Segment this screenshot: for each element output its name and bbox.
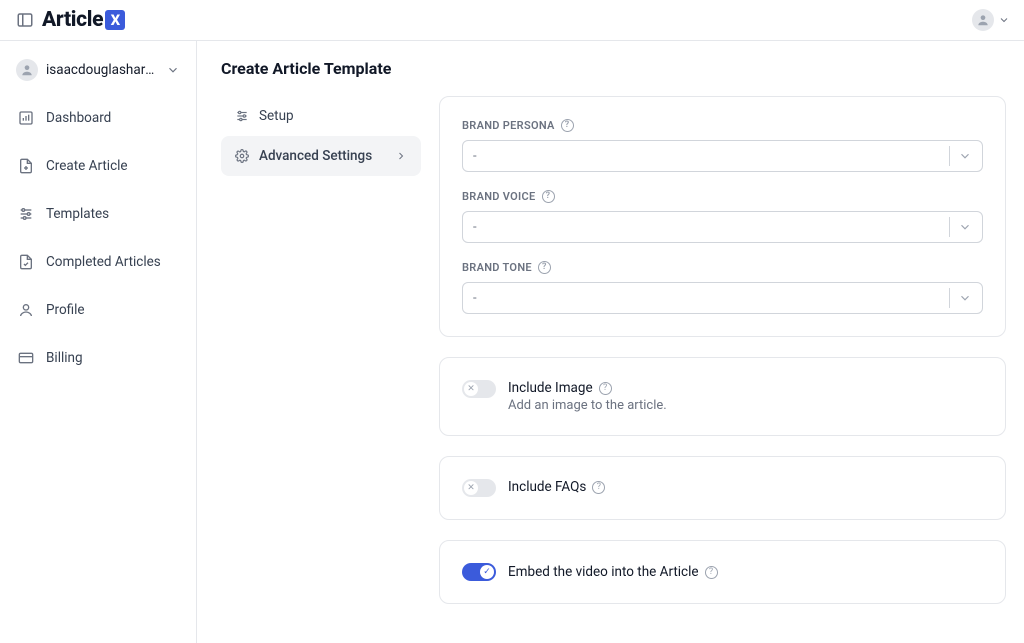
embed-video-card: ✓ Embed the video into the Article ?	[439, 540, 1006, 604]
chevron-down-icon	[958, 220, 972, 234]
sidebar-user-name: isaacdouglasharmon...	[46, 62, 158, 78]
panel-icon	[16, 11, 34, 29]
field-label: Brand Voice ?	[462, 190, 983, 203]
help-icon[interactable]: ?	[538, 261, 551, 274]
sidebar-item-templates[interactable]: Templates	[8, 197, 188, 231]
sidebar-nav: Dashboard Create Article Templates Compl…	[8, 101, 188, 375]
select-value: -	[473, 149, 941, 164]
sidebar-item-label: Profile	[46, 302, 85, 318]
chevron-down-icon	[166, 63, 180, 77]
main: Create Article Template Setup Advanced S…	[197, 41, 1024, 643]
subnav-item-label: Advanced Settings	[259, 148, 372, 164]
include-faqs-card: ✕ Include FAQs ?	[439, 456, 1006, 520]
settings-subnav: Setup Advanced Settings	[221, 96, 421, 176]
toggle-title-text: Embed the video into the Article	[508, 564, 699, 580]
sidebar-item-label: Completed Articles	[46, 254, 161, 270]
brand-voice-select[interactable]: -	[462, 211, 983, 243]
toggle-knob: ✕	[464, 481, 478, 495]
include-image-toggle[interactable]: ✕	[462, 380, 496, 398]
select-divider	[949, 217, 950, 237]
sliders-icon	[18, 206, 34, 222]
sidebar-item-dashboard[interactable]: Dashboard	[8, 101, 188, 135]
toggle-subtitle: Add an image to the article.	[508, 398, 667, 413]
chevron-right-icon	[395, 150, 407, 162]
avatar	[972, 9, 994, 31]
sidebar-item-label: Create Article	[46, 158, 128, 174]
include-faqs-toggle[interactable]: ✕	[462, 479, 496, 497]
subnav-item-label: Setup	[259, 108, 294, 124]
toggle-knob: ✕	[464, 382, 478, 396]
field-label: Brand Persona ?	[462, 119, 983, 132]
field-brand-voice: Brand Voice ? -	[462, 190, 983, 243]
sliders-icon	[235, 109, 249, 123]
brand-tone-select[interactable]: -	[462, 282, 983, 314]
field-label-text: Brand Voice	[462, 190, 536, 203]
select-divider	[949, 288, 950, 308]
file-check-icon	[18, 254, 34, 270]
page-title: Create Article Template	[221, 59, 1006, 78]
credit-card-icon	[18, 350, 34, 366]
sidebar-item-billing[interactable]: Billing	[8, 341, 188, 375]
user-icon	[18, 302, 34, 318]
toggle-title-text: Include FAQs	[508, 479, 586, 495]
field-label: Brand Tone ?	[462, 261, 983, 274]
brand-word: Article	[42, 8, 103, 32]
field-label-text: Brand Persona	[462, 119, 555, 132]
brand-name: ArticleX	[42, 8, 125, 32]
sidebar-item-completed-articles[interactable]: Completed Articles	[8, 245, 188, 279]
chevron-down-icon	[958, 291, 972, 305]
chart-icon	[18, 110, 34, 126]
include-image-card: ✕ Include Image ? Add an image to the ar…	[439, 357, 1006, 436]
subnav-item-setup[interactable]: Setup	[221, 96, 421, 136]
sidebar-item-label: Billing	[46, 350, 83, 366]
brand-fields-card: Brand Persona ? - Bra	[439, 96, 1006, 337]
subnav-item-advanced[interactable]: Advanced Settings	[221, 136, 421, 176]
chevron-down-icon	[958, 149, 972, 163]
sidebar-item-create-article[interactable]: Create Article	[8, 149, 188, 183]
sidebar-user-switcher[interactable]: isaacdouglasharmon...	[8, 53, 188, 95]
field-label-text: Brand Tone	[462, 261, 532, 274]
toggle-title-text: Include Image	[508, 380, 593, 396]
select-divider	[949, 146, 950, 166]
select-value: -	[473, 220, 941, 235]
help-icon[interactable]: ?	[599, 382, 612, 395]
field-brand-tone: Brand Tone ? -	[462, 261, 983, 314]
help-icon[interactable]: ?	[705, 566, 718, 579]
avatar	[16, 59, 38, 81]
topbar: ArticleX	[0, 0, 1024, 41]
embed-video-toggle[interactable]: ✓	[462, 563, 496, 581]
topbar-user-menu[interactable]	[972, 9, 1010, 31]
chevron-down-icon	[998, 14, 1010, 26]
toggle-knob: ✓	[480, 565, 494, 579]
brand-persona-select[interactable]: -	[462, 140, 983, 172]
sidebar-item-label: Dashboard	[46, 110, 111, 126]
select-value: -	[473, 291, 941, 306]
sidebar-item-profile[interactable]: Profile	[8, 293, 188, 327]
gear-icon	[235, 149, 249, 163]
brand[interactable]: ArticleX	[16, 8, 125, 32]
brand-suffix: X	[105, 10, 125, 30]
help-icon[interactable]: ?	[592, 481, 605, 494]
sidebar-item-label: Templates	[46, 206, 109, 222]
field-brand-persona: Brand Persona ? -	[462, 119, 983, 172]
help-icon[interactable]: ?	[561, 119, 574, 132]
file-plus-icon	[18, 158, 34, 174]
help-icon[interactable]: ?	[542, 190, 555, 203]
sidebar: isaacdouglasharmon... Dashboard Create A…	[0, 41, 197, 643]
